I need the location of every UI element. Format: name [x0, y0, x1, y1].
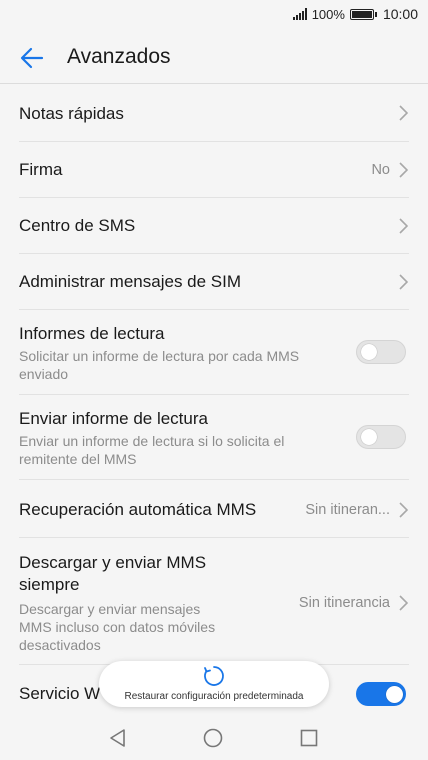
setting-title: Enviar informe de lectura	[19, 409, 208, 428]
triangle-back-icon[interactable]	[108, 728, 128, 748]
chevron-right-icon	[399, 162, 408, 178]
setting-descargar-mms[interactable]: Descargar y enviar MMS siempre Descargar…	[0, 538, 428, 665]
setting-title: siempre	[19, 575, 80, 594]
circle-home-icon[interactable]	[203, 728, 223, 748]
setting-title: Centro de SMS	[19, 216, 136, 235]
setting-subtitle: Descargar y enviar mensajes	[19, 601, 201, 617]
setting-title: Servicio W	[19, 684, 101, 703]
chevron-right-icon	[399, 274, 408, 290]
send-read-report-toggle[interactable]	[356, 425, 406, 449]
setting-notas-rapidas[interactable]: Notas rápidas	[0, 85, 428, 142]
clock: 10:00	[382, 6, 418, 22]
setting-subtitle: Solicitar un informe de lectura por cada…	[19, 348, 300, 364]
setting-enviar-informe[interactable]: Enviar informe de lectura Enviar un info…	[0, 395, 428, 480]
chevron-right-icon	[399, 218, 408, 234]
service-toggle[interactable]	[356, 682, 406, 706]
setting-title: Recuperación automática MMS	[19, 500, 257, 519]
setting-subtitle: desactivados	[19, 637, 101, 653]
setting-value: Sin itinerancia	[298, 595, 390, 611]
restore-defaults-toast: Restaurar configuración predeterminada	[99, 661, 329, 707]
page-title: Avanzados	[67, 45, 171, 68]
battery-percent: 100%	[311, 6, 345, 22]
signal-icon	[292, 8, 307, 20]
system-nav-bar	[0, 716, 428, 760]
status-bar: 100% 10:00	[0, 0, 428, 30]
setting-title: Descargar y enviar MMS	[19, 553, 207, 572]
setting-subtitle: MMS incluso con datos móviles	[19, 619, 216, 635]
loading-spinner-icon	[204, 666, 224, 686]
setting-subtitle: enviado	[19, 366, 69, 382]
setting-informes-lectura[interactable]: Informes de lectura Solicitar un informe…	[0, 310, 428, 395]
setting-recuperacion-mms[interactable]: Recuperación automática MMS Sin itineran…	[0, 480, 428, 538]
square-recent-icon[interactable]	[300, 729, 318, 747]
setting-title: Informes de lectura	[19, 324, 165, 343]
status-indicators: 100% 10:00	[292, 6, 418, 22]
setting-subtitle: Enviar un informe de lectura si lo solic…	[19, 433, 285, 449]
setting-subtitle: remitente del MMS	[19, 451, 137, 467]
setting-title: Administrar mensajes de SIM	[19, 272, 242, 291]
setting-administrar-sim[interactable]: Administrar mensajes de SIM	[0, 254, 428, 310]
battery-icon	[349, 8, 377, 20]
chevron-right-icon	[399, 502, 408, 518]
app-bar: Avanzados	[0, 30, 428, 84]
setting-value: Sin itineran...	[305, 502, 390, 518]
setting-centro-sms[interactable]: Centro de SMS	[0, 198, 428, 254]
toast-text: Restaurar configuración predeterminada	[124, 691, 304, 702]
chevron-right-icon	[399, 595, 408, 611]
setting-title: Firma	[19, 160, 63, 179]
setting-firma[interactable]: Firma No	[0, 142, 428, 198]
read-report-toggle[interactable]	[356, 340, 406, 364]
arrow-left-icon[interactable]	[18, 44, 46, 72]
chevron-right-icon	[399, 105, 408, 121]
setting-title: Notas rápidas	[19, 104, 124, 123]
setting-value: No	[371, 162, 390, 178]
